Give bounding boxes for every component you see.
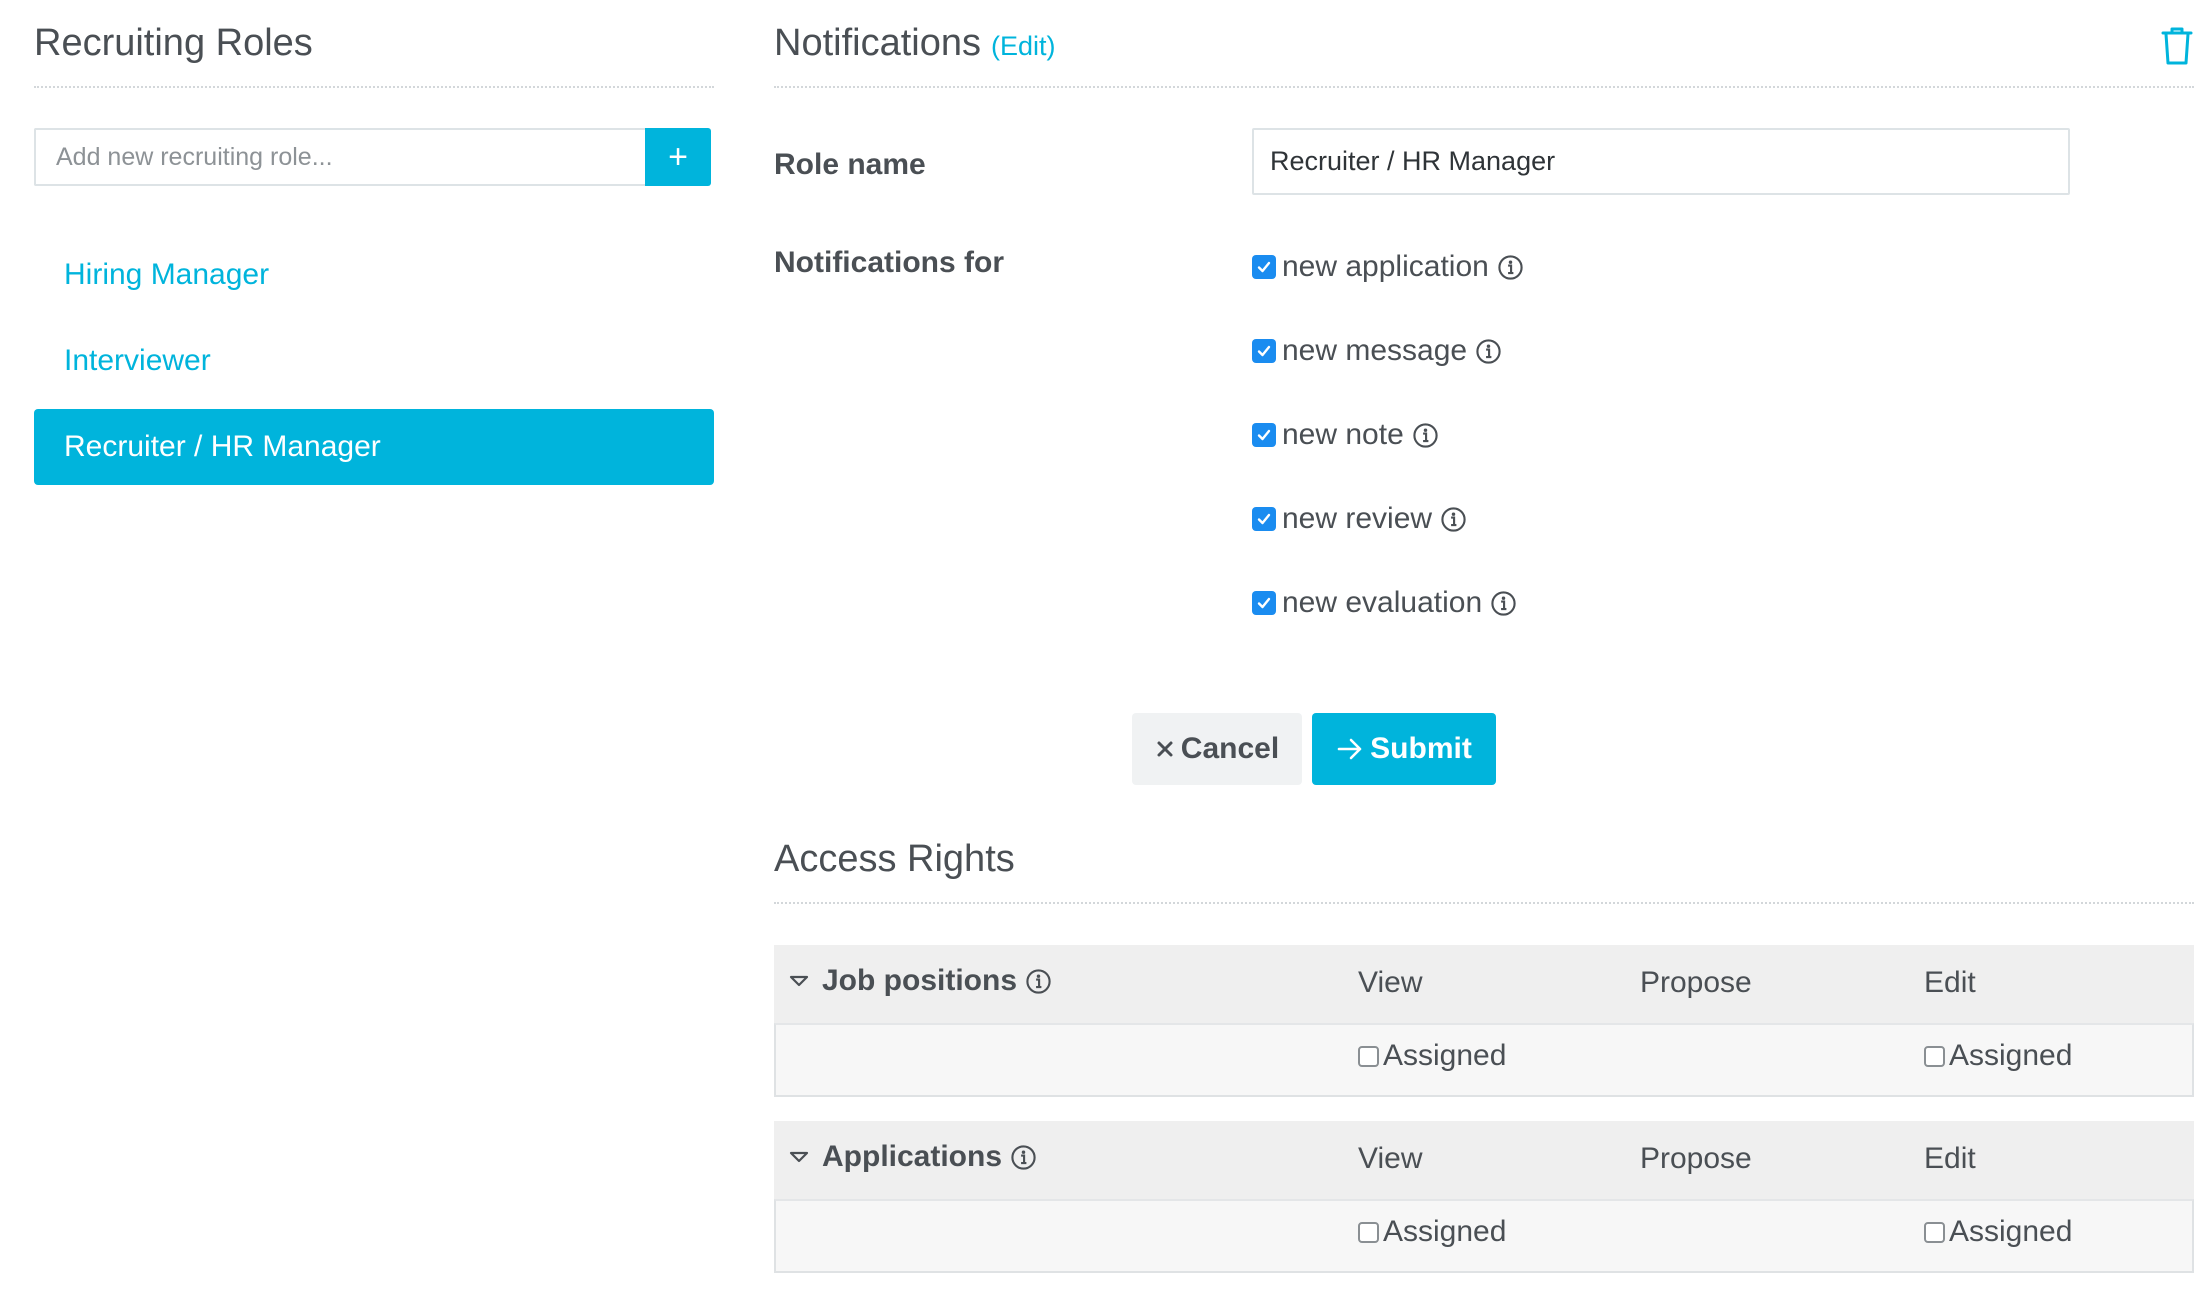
job-positions-row: Assigned Assigned [774,1023,2194,1097]
cancel-label: Cancel [1180,732,1280,765]
checkbox-unchecked[interactable] [1358,1045,1379,1067]
checkbox-checked[interactable] [1252,507,1276,531]
divider [34,86,714,88]
edit-link[interactable]: (Edit) [991,31,1056,62]
divider [774,902,2194,904]
job-positions-header: Job positions View Propose Edit [774,945,2194,1023]
divider [774,86,2194,88]
info-icon[interactable] [1490,590,1517,617]
checkbox-unchecked[interactable] [1358,1221,1379,1243]
arrow-right-icon [1337,738,1362,760]
checkbox-unchecked[interactable] [1924,1045,1945,1067]
view-assigned-option[interactable]: Assigned [1358,1215,1506,1249]
column-propose: Propose [1640,966,1752,999]
checkbox-checked[interactable] [1252,339,1276,363]
add-role-input[interactable] [34,128,646,186]
info-icon[interactable] [1025,968,1052,995]
edit-assigned-option[interactable]: Assigned [1924,1039,2072,1073]
add-role-button[interactable]: + [645,128,711,186]
section-title: Job positions [822,964,1017,997]
role-name-input[interactable] [1252,128,2070,195]
checkbox-checked[interactable] [1252,591,1276,615]
role-item-interviewer[interactable]: Interviewer [34,323,714,399]
edit-assigned-option[interactable]: Assigned [1924,1215,2072,1249]
option-label: new application [1282,250,1489,283]
column-edit: Edit [1924,1142,1976,1175]
job-positions-toggle[interactable]: Job positions [788,964,1052,998]
role-item-recruiter-hr-manager[interactable]: Recruiter / HR Manager [34,409,714,485]
notification-option-new-review: new review [1252,499,1467,539]
column-propose: Propose [1640,1142,1752,1175]
access-rights-title: Access Rights [774,838,1015,880]
column-edit: Edit [1924,966,1976,999]
info-icon[interactable] [1475,338,1502,365]
info-icon[interactable] [1440,506,1467,533]
recruiting-roles-title: Recruiting Roles [34,22,313,64]
option-label: Assigned [1949,1039,2073,1072]
option-label: Assigned [1383,1215,1507,1248]
role-name-label: Role name [774,148,926,181]
option-label: Assigned [1949,1215,2073,1248]
option-label: new message [1282,334,1468,367]
checkbox-checked[interactable] [1252,423,1276,447]
triangle-down-icon [789,1151,809,1163]
notifications-title: Notifications [774,22,981,64]
notification-option-new-message: new message [1252,331,1502,371]
role-item-hiring-manager[interactable]: Hiring Manager [34,237,714,313]
checkbox-unchecked[interactable] [1924,1221,1945,1243]
option-label: new note [1282,418,1404,451]
info-icon[interactable] [1010,1144,1037,1171]
checkbox-checked[interactable] [1252,255,1276,279]
column-view: View [1358,966,1423,999]
notifications-for-label: Notifications for [774,246,1004,279]
option-label: new evaluation [1282,586,1483,619]
view-assigned-option[interactable]: Assigned [1358,1039,1506,1073]
option-label: Assigned [1383,1039,1507,1072]
info-icon[interactable] [1412,422,1439,449]
section-title: Applications [822,1140,1003,1173]
applications-toggle[interactable]: Applications [788,1140,1037,1174]
submit-button[interactable]: Submit [1312,713,1496,785]
trash-icon[interactable] [2160,26,2194,66]
notification-option-new-application: new application [1252,247,1524,287]
triangle-down-icon [789,975,809,987]
applications-header: Applications View Propose Edit [774,1121,2194,1199]
option-label: new review [1282,502,1433,535]
notification-option-new-note: new note [1252,415,1439,455]
column-view: View [1358,1142,1423,1175]
submit-label: Submit [1370,732,1472,765]
notification-option-new-evaluation: new evaluation [1252,583,1517,623]
info-icon[interactable] [1497,254,1524,281]
close-icon [1157,741,1173,757]
applications-row: Assigned Assigned [774,1199,2194,1273]
cancel-button[interactable]: Cancel [1132,713,1302,785]
notifications-header: Notifications (Edit) [774,22,1056,65]
